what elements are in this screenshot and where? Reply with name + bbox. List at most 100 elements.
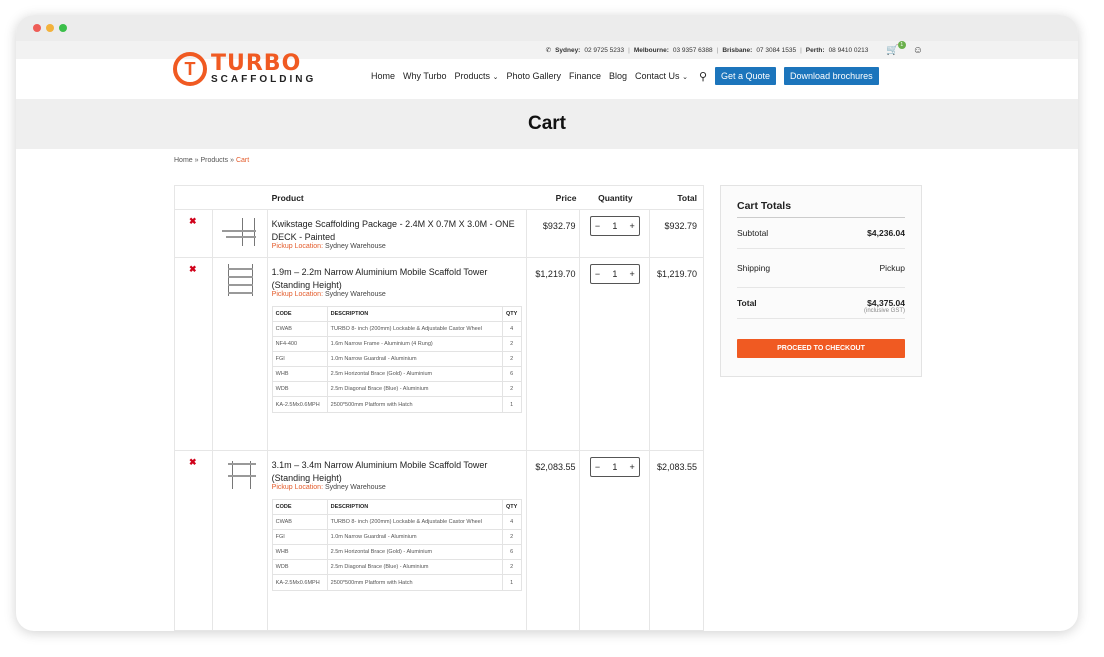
product-name[interactable]: Kwikstage Scaffolding Package - 2.4M X 0… xyxy=(268,210,526,243)
logo-subtitle: SCAFFOLDING xyxy=(211,74,317,85)
quantity-stepper[interactable]: − 1 + xyxy=(589,457,640,477)
comp-qty: 6 xyxy=(510,549,514,555)
site-header: T TURBO SCAFFOLDING Home Why Turbo Produ… xyxy=(16,52,1078,99)
nav-blog[interactable]: Blog xyxy=(609,71,627,81)
comp-code: FGI xyxy=(273,352,328,366)
contact-city: Sydney: xyxy=(555,46,581,54)
product-thumbnail[interactable] xyxy=(220,457,260,491)
quantity-stepper[interactable]: − 1 + xyxy=(589,264,640,284)
comp-qty-header: QTY xyxy=(506,504,518,510)
remove-cell: ✖ xyxy=(175,210,213,257)
nav-products-label: Products xyxy=(454,71,491,81)
browser-chrome xyxy=(16,15,1078,41)
search-icon[interactable]: ⚲ xyxy=(699,70,707,83)
thumb-cell xyxy=(213,451,268,630)
contact-city: Melbourne: xyxy=(633,46,669,54)
comp-qty: 1 xyxy=(510,401,514,408)
thumb-cell xyxy=(213,258,268,450)
minus-icon[interactable]: − xyxy=(595,269,600,279)
product-thumbnail[interactable] xyxy=(220,216,260,250)
comp-code: CWAB xyxy=(273,515,328,529)
comp-code: CWAB xyxy=(273,322,328,336)
nav-products[interactable]: Products ⌄ xyxy=(455,71,499,81)
component-row: KA-2.5Mx0.6MPH 2500*500mm Platform with H… xyxy=(273,397,521,412)
divider: | xyxy=(628,46,630,54)
header-price: Price xyxy=(555,192,577,203)
minus-icon[interactable]: − xyxy=(595,221,600,231)
comp-desc: 2500*500mm Platform with Hatch xyxy=(328,575,503,590)
components-table: CODE DESCRIPTION QTY CWAB TURBO 8- inch (20… xyxy=(271,306,522,413)
components-header: CODE DESCRIPTION QTY xyxy=(272,500,521,515)
shipping-label: Shipping xyxy=(737,263,771,273)
download-brochures-button[interactable]: Download brochures xyxy=(784,67,879,85)
user-icon[interactable]: ☺ xyxy=(913,45,923,56)
header-product: Product xyxy=(271,192,304,203)
get-quote-button[interactable]: Get a Quote xyxy=(715,67,777,85)
components-header: CODE DESCRIPTION QTY xyxy=(272,307,521,322)
qty-cell: − 1 + xyxy=(580,451,651,630)
component-row: FGI 1.0m Narrow Guardrail - Aluminium 2 xyxy=(272,530,521,545)
contact-phone[interactable]: 03 9357 6388 xyxy=(673,47,713,54)
shipping-value: Pickup xyxy=(879,263,905,273)
contact-phone[interactable]: 02 9725 5233 xyxy=(584,47,624,54)
plus-icon[interactable]: + xyxy=(630,269,635,279)
divider: | xyxy=(716,46,719,54)
price-cell: $2,083.55 xyxy=(527,451,581,630)
remove-item-icon[interactable]: ✖ xyxy=(175,258,212,275)
turbo-logo[interactable]: T TURBO SCAFFOLDING xyxy=(173,52,316,86)
comp-qty-header: QTY xyxy=(506,311,518,317)
nav-home[interactable]: Home xyxy=(371,71,395,81)
remove-item-icon[interactable]: ✖ xyxy=(175,451,212,468)
header-total: Total xyxy=(677,192,697,203)
comp-code: WDB xyxy=(273,560,328,574)
quantity-stepper[interactable]: − 1 + xyxy=(589,216,640,236)
comp-code-header: CODE xyxy=(273,307,328,321)
product-thumbnail[interactable] xyxy=(220,264,260,298)
maximize-window-dot[interactable] xyxy=(59,24,67,32)
minimize-window-dot[interactable] xyxy=(46,24,54,32)
subtotal-value: $4,236.04 xyxy=(867,228,905,238)
divider: | xyxy=(800,46,802,54)
component-row: CWAB TURBO 8- inch (200mm) Lockable & Adj… xyxy=(272,322,521,337)
comp-desc: TURBO 8- inch (200mm) Lockable & Adjusta… xyxy=(328,515,503,529)
product-cell: Kwikstage Scaffolding Package - 2.4M X 0… xyxy=(268,210,527,257)
pickup-label: Pickup Location: xyxy=(271,484,324,491)
breadcrumb-current: Cart xyxy=(235,157,250,164)
product-cell: 3.1m – 3.4m Narrow Aluminium Mobile Scaf… xyxy=(268,451,527,630)
item-price: $1,219.70 xyxy=(535,269,576,279)
plus-icon[interactable]: + xyxy=(630,462,635,472)
quantity-value[interactable]: 1 xyxy=(612,269,617,279)
nav-contact-label: Contact Us xyxy=(635,71,680,81)
contact-phone[interactable]: 08 9410 0213 xyxy=(829,47,869,54)
breadcrumb-separator: » xyxy=(230,157,234,164)
proceed-to-checkout-button[interactable]: PROCEED TO CHECKOUT xyxy=(737,339,905,358)
contact-phone[interactable]: 07 3084 1535 xyxy=(756,47,796,54)
comp-code: KA-2.5Mx0.6MPH xyxy=(273,397,328,412)
nav-finance[interactable]: Finance xyxy=(569,71,601,81)
cart-icon[interactable]: 🛒 1 xyxy=(886,40,906,56)
minus-icon[interactable]: − xyxy=(595,462,600,472)
cart-table: Product Price Quantity Total ✖ Kwikstage… xyxy=(174,185,704,631)
plus-icon[interactable]: + xyxy=(630,221,635,231)
comp-desc: 1.0m Narrow Guardrail - Aluminium xyxy=(328,352,503,366)
nav-photo-gallery[interactable]: Photo Gallery xyxy=(506,71,561,81)
quantity-value[interactable]: 1 xyxy=(612,221,617,231)
component-row: NF4-400 1.6m Narrow Frame - Aluminium (4 … xyxy=(272,337,521,352)
chevron-down-icon: ⌄ xyxy=(492,74,499,81)
comp-desc: 1.6m Narrow Frame - Aluminium (4 Rung) xyxy=(328,337,503,351)
product-name[interactable]: 3.1m – 3.4m Narrow Aluminium Mobile Scaf… xyxy=(268,451,526,484)
breadcrumb-home[interactable]: Home xyxy=(174,157,193,164)
comp-qty: 1 xyxy=(510,579,514,586)
nav-why-turbo[interactable]: Why Turbo xyxy=(403,71,447,81)
quantity-value[interactable]: 1 xyxy=(612,462,617,472)
nav-contact-us[interactable]: Contact Us ⌄ xyxy=(635,71,688,81)
components-table: CODE DESCRIPTION QTY CWAB TURBO 8- inch (20… xyxy=(271,499,522,591)
breadcrumb-products[interactable]: Products xyxy=(201,157,229,164)
product-name[interactable]: 1.9m – 2.2m Narrow Aluminium Mobile Scaf… xyxy=(268,258,526,291)
close-window-dot[interactable] xyxy=(33,24,41,32)
remove-item-icon[interactable]: ✖ xyxy=(175,210,212,227)
remove-cell: ✖ xyxy=(175,451,213,630)
comp-desc: 1.0m Narrow Guardrail - Aluminium xyxy=(328,530,503,544)
thumb-cell xyxy=(213,210,268,257)
browser-window: ✆ Sydney: 02 9725 5233 | Melbourne: 03 935… xyxy=(16,15,1078,631)
